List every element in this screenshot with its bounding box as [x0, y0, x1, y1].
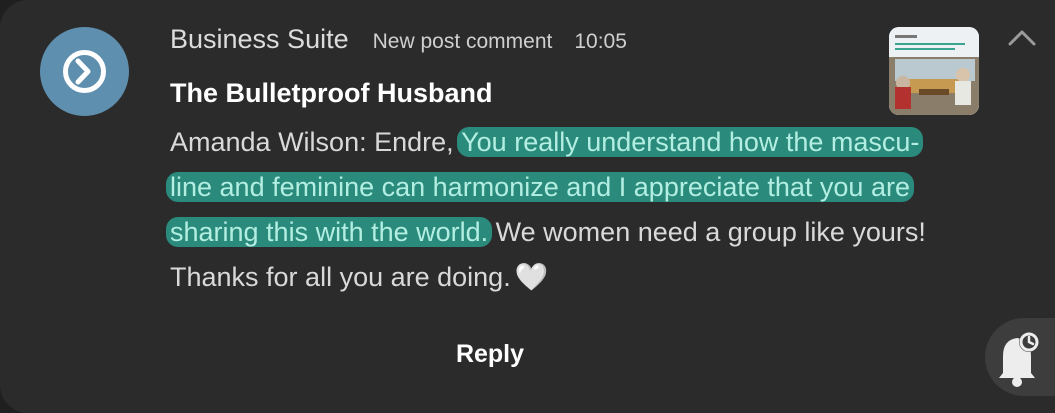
comment-author-prefix: Amanda Wilson: Endre,	[170, 127, 462, 157]
comment-text-segment: Thanks for all you are doing.	[170, 262, 511, 292]
comment-line: sharing this with the world. We women ne…	[166, 210, 1040, 255]
highlighted-text: You really understand how the mascu-	[457, 127, 924, 157]
comment-line: line and feminine can harmonize and I ap…	[166, 165, 1040, 210]
highlighted-text: sharing this with the world.	[166, 217, 493, 247]
notification-type: New post comment	[372, 30, 553, 53]
timestamp: 10:05	[574, 30, 627, 53]
white-heart-emoji-icon: 🤍	[514, 262, 549, 292]
comment-text-segment: We women need a group like yours!	[488, 217, 926, 247]
app-name: Business Suite	[170, 24, 349, 54]
highlighted-text: line and feminine can harmonize and I ap…	[166, 172, 914, 202]
business-suite-app-icon	[40, 27, 129, 116]
comment-line: Amanda Wilson: Endre, You really underst…	[170, 120, 1040, 165]
snooze-button[interactable]	[985, 318, 1055, 396]
notification-card[interactable]: Business Suite New post comment 10:05 Th…	[0, 0, 1055, 413]
chevron-up-icon	[1008, 30, 1036, 46]
comment-line: Thanks for all you are doing. 🤍	[170, 255, 1040, 300]
post-thumbnail[interactable]	[889, 27, 979, 115]
reply-button[interactable]: Reply	[430, 332, 550, 376]
post-thumbnail-image-icon	[889, 27, 979, 115]
collapse-button[interactable]	[1006, 24, 1038, 52]
notification-header: Business Suite New post comment 10:05	[170, 24, 627, 60]
comment-text: Amanda Wilson: Endre, You really underst…	[166, 120, 1040, 300]
notification-title: The Bulletproof Husband	[170, 78, 493, 108]
bell-snooze-icon	[999, 332, 1039, 387]
